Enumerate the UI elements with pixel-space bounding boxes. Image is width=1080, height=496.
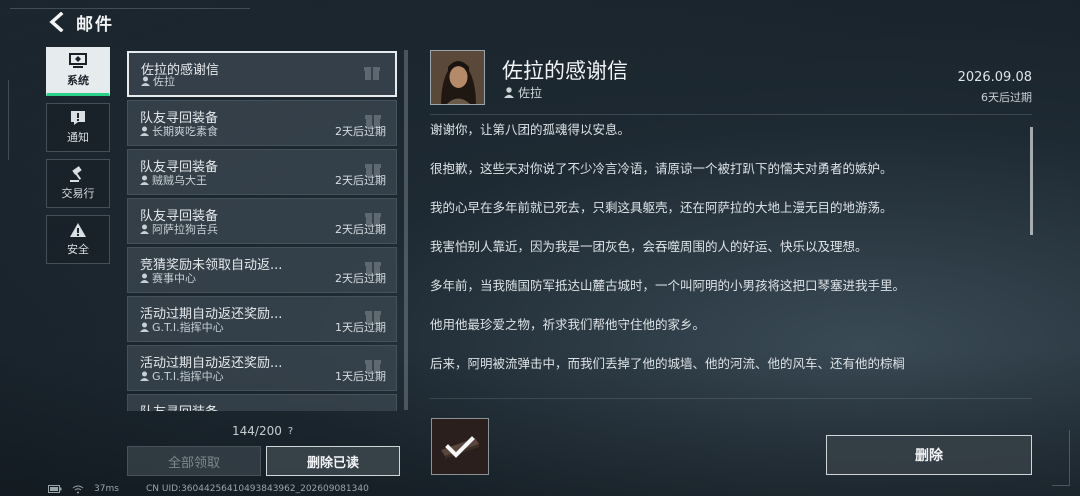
person-icon xyxy=(141,76,150,86)
alert-icon xyxy=(71,111,85,125)
category-security[interactable]: 安全 xyxy=(46,215,110,264)
category-system[interactable]: 系统 xyxy=(46,47,110,96)
mail-item[interactable]: 队友寻回装备 阿萨拉狗吉兵 2天后过期 xyxy=(127,198,397,244)
mail-sender: 赛事中心 xyxy=(140,270,196,286)
mail-paragraph: 谢谢你，让第八团的孤魂得以安息。 xyxy=(430,122,631,137)
mail-item[interactable]: 竞猜奖励未领取自动返... 赛事中心 2天后过期 xyxy=(127,247,397,293)
divider xyxy=(430,114,1032,115)
mail-detail-title: 佐拉的感谢信 xyxy=(502,59,628,83)
mail-body-scrollbar[interactable] xyxy=(1030,127,1033,235)
mail-item[interactable]: 佐拉的感谢信 佐拉 xyxy=(127,51,397,97)
person-icon xyxy=(140,273,149,283)
mail-detail-sender-name: 佐拉 xyxy=(518,86,543,100)
status-bar: 37ms xyxy=(48,484,119,494)
category-notice[interactable]: 通知 xyxy=(46,103,110,152)
mail-body[interactable]: 谢谢你，让第八团的孤魂得以安息。 很抱歉，这些天对你说了不少冷言冷语，请原谅一个… xyxy=(430,121,1030,389)
mail-sender-name: G.T.I.指挥中心 xyxy=(152,321,224,334)
mail-paragraph: 我害怕别人靠近，因为我是一团灰色，会吞噬周围的人的好运、快乐以及理想。 xyxy=(430,239,868,254)
person-icon xyxy=(140,371,149,381)
claimed-check-icon xyxy=(432,419,488,474)
mail-paragraph: 我的心早在多年前就已死去，只剩这具躯壳，还在阿萨拉的大地上漫无目的地游荡。 xyxy=(430,200,893,215)
mail-expiry: 6天后过期 xyxy=(981,91,1032,104)
chevron-left-icon xyxy=(49,12,64,32)
mail-item[interactable]: 队友寻回装备 xyxy=(127,394,397,411)
mail-paragraph: 后来，阿明被流弹击中，而我们丢掉了他的城墙、他的河流、他的风车、还有他的棕榈 xyxy=(430,356,906,371)
mail-sender: 阿萨拉狗吉兵 xyxy=(140,221,218,237)
page-title: 邮件 xyxy=(76,14,114,35)
frame-edge-left xyxy=(8,80,14,160)
category-label: 通知 xyxy=(67,131,89,144)
mail-paragraph: 多年前，当我随国防军抵达山麓古城时，一个叫阿明的小男孩将这把口琴塞进我手里。 xyxy=(430,278,906,293)
mail-sender-name: 贼贼乌大王 xyxy=(152,174,207,187)
help-icon[interactable]: ? xyxy=(288,426,293,437)
frame-corner-bottom-right xyxy=(1052,430,1070,486)
mail-detail-sender: 佐拉 xyxy=(504,84,542,101)
person-icon xyxy=(140,126,149,136)
mail-counter: 144/200 ? xyxy=(232,424,293,438)
mail-list-scrollbar[interactable] xyxy=(404,50,408,410)
person-icon xyxy=(140,175,149,185)
back-button[interactable] xyxy=(46,11,66,33)
mail-paragraph: 很抱歉，这些天对你说了不少冷言冷语，请原谅一个被打趴下的懦夫对勇者的嫉妒。 xyxy=(430,161,893,176)
mail-sender-name: 阿萨拉狗吉兵 xyxy=(152,223,218,236)
mail-item[interactable]: 活动过期自动返还奖励... G.T.I.指挥中心 1天后过期 xyxy=(127,345,397,391)
person-icon xyxy=(140,224,149,234)
mail-date: 2026.09.08 xyxy=(957,70,1032,85)
portrait-image xyxy=(431,51,484,104)
mail-item[interactable]: 活动过期自动返还奖励... G.T.I.指挥中心 1天后过期 xyxy=(127,296,397,342)
mail-list[interactable]: 佐拉的感谢信 佐拉 队友寻回装备 长期爽吃素食 2天后过期 队友寻回装备 贼贼乌… xyxy=(127,51,410,411)
category-label: 安全 xyxy=(67,243,89,256)
gavel-icon xyxy=(70,166,82,182)
mail-item[interactable]: 队友寻回装备 长期爽吃素食 2天后过期 xyxy=(127,100,397,146)
category-label: 交易行 xyxy=(61,187,95,200)
claim-all-button[interactable]: 全部领取 xyxy=(127,446,261,476)
mail-paragraph: 他用他最珍爱之物，祈求我们帮他守住他的家乡。 xyxy=(430,317,706,332)
mail-title: 队友寻回装备 xyxy=(140,401,290,411)
mail-sender: G.T.I.指挥中心 xyxy=(140,368,224,384)
gift-icon xyxy=(365,360,381,373)
ping-value: 37ms xyxy=(94,484,119,494)
wifi-icon xyxy=(72,485,84,493)
gift-icon xyxy=(365,115,381,128)
uid-text: CN UID:36044256410493843962_202609081340 xyxy=(146,484,369,494)
mail-sender-name: 赛事中心 xyxy=(152,272,196,285)
delete-button[interactable]: 删除 xyxy=(826,435,1032,475)
person-icon xyxy=(140,322,149,332)
gift-icon xyxy=(365,311,381,324)
gift-icon xyxy=(365,262,381,275)
battery-icon xyxy=(48,485,62,493)
warning-icon xyxy=(70,223,86,237)
gift-icon xyxy=(365,213,381,226)
mail-sender-name: 长期爽吃素食 xyxy=(152,125,218,138)
mail-sender: G.T.I.指挥中心 xyxy=(140,319,224,335)
mail-count: 144/200 xyxy=(232,424,282,438)
mail-sender-name: G.T.I.指挥中心 xyxy=(152,370,224,383)
mail-sender: 佐拉 xyxy=(141,73,175,89)
delete-read-button[interactable]: 删除已读 xyxy=(266,446,400,476)
mail-sender: 长期爽吃素食 xyxy=(140,123,218,139)
divider xyxy=(430,398,1032,399)
gift-icon xyxy=(364,67,380,80)
mail-item[interactable]: 队友寻回装备 贼贼乌大王 2天后过期 xyxy=(127,149,397,195)
category-label: 系统 xyxy=(67,74,89,87)
mail-sender: 贼贼乌大王 xyxy=(140,172,207,188)
monitor-icon xyxy=(69,53,87,68)
mail-sender-name: 佐拉 xyxy=(153,75,175,88)
gift-icon xyxy=(365,164,381,177)
category-trade[interactable]: 交易行 xyxy=(46,159,110,208)
category-rail: 系统 通知 交易行 安全 xyxy=(46,47,110,271)
person-icon xyxy=(504,87,514,98)
avatar xyxy=(430,50,485,105)
header: 邮件 xyxy=(46,10,114,35)
attachment-item[interactable] xyxy=(431,418,489,475)
